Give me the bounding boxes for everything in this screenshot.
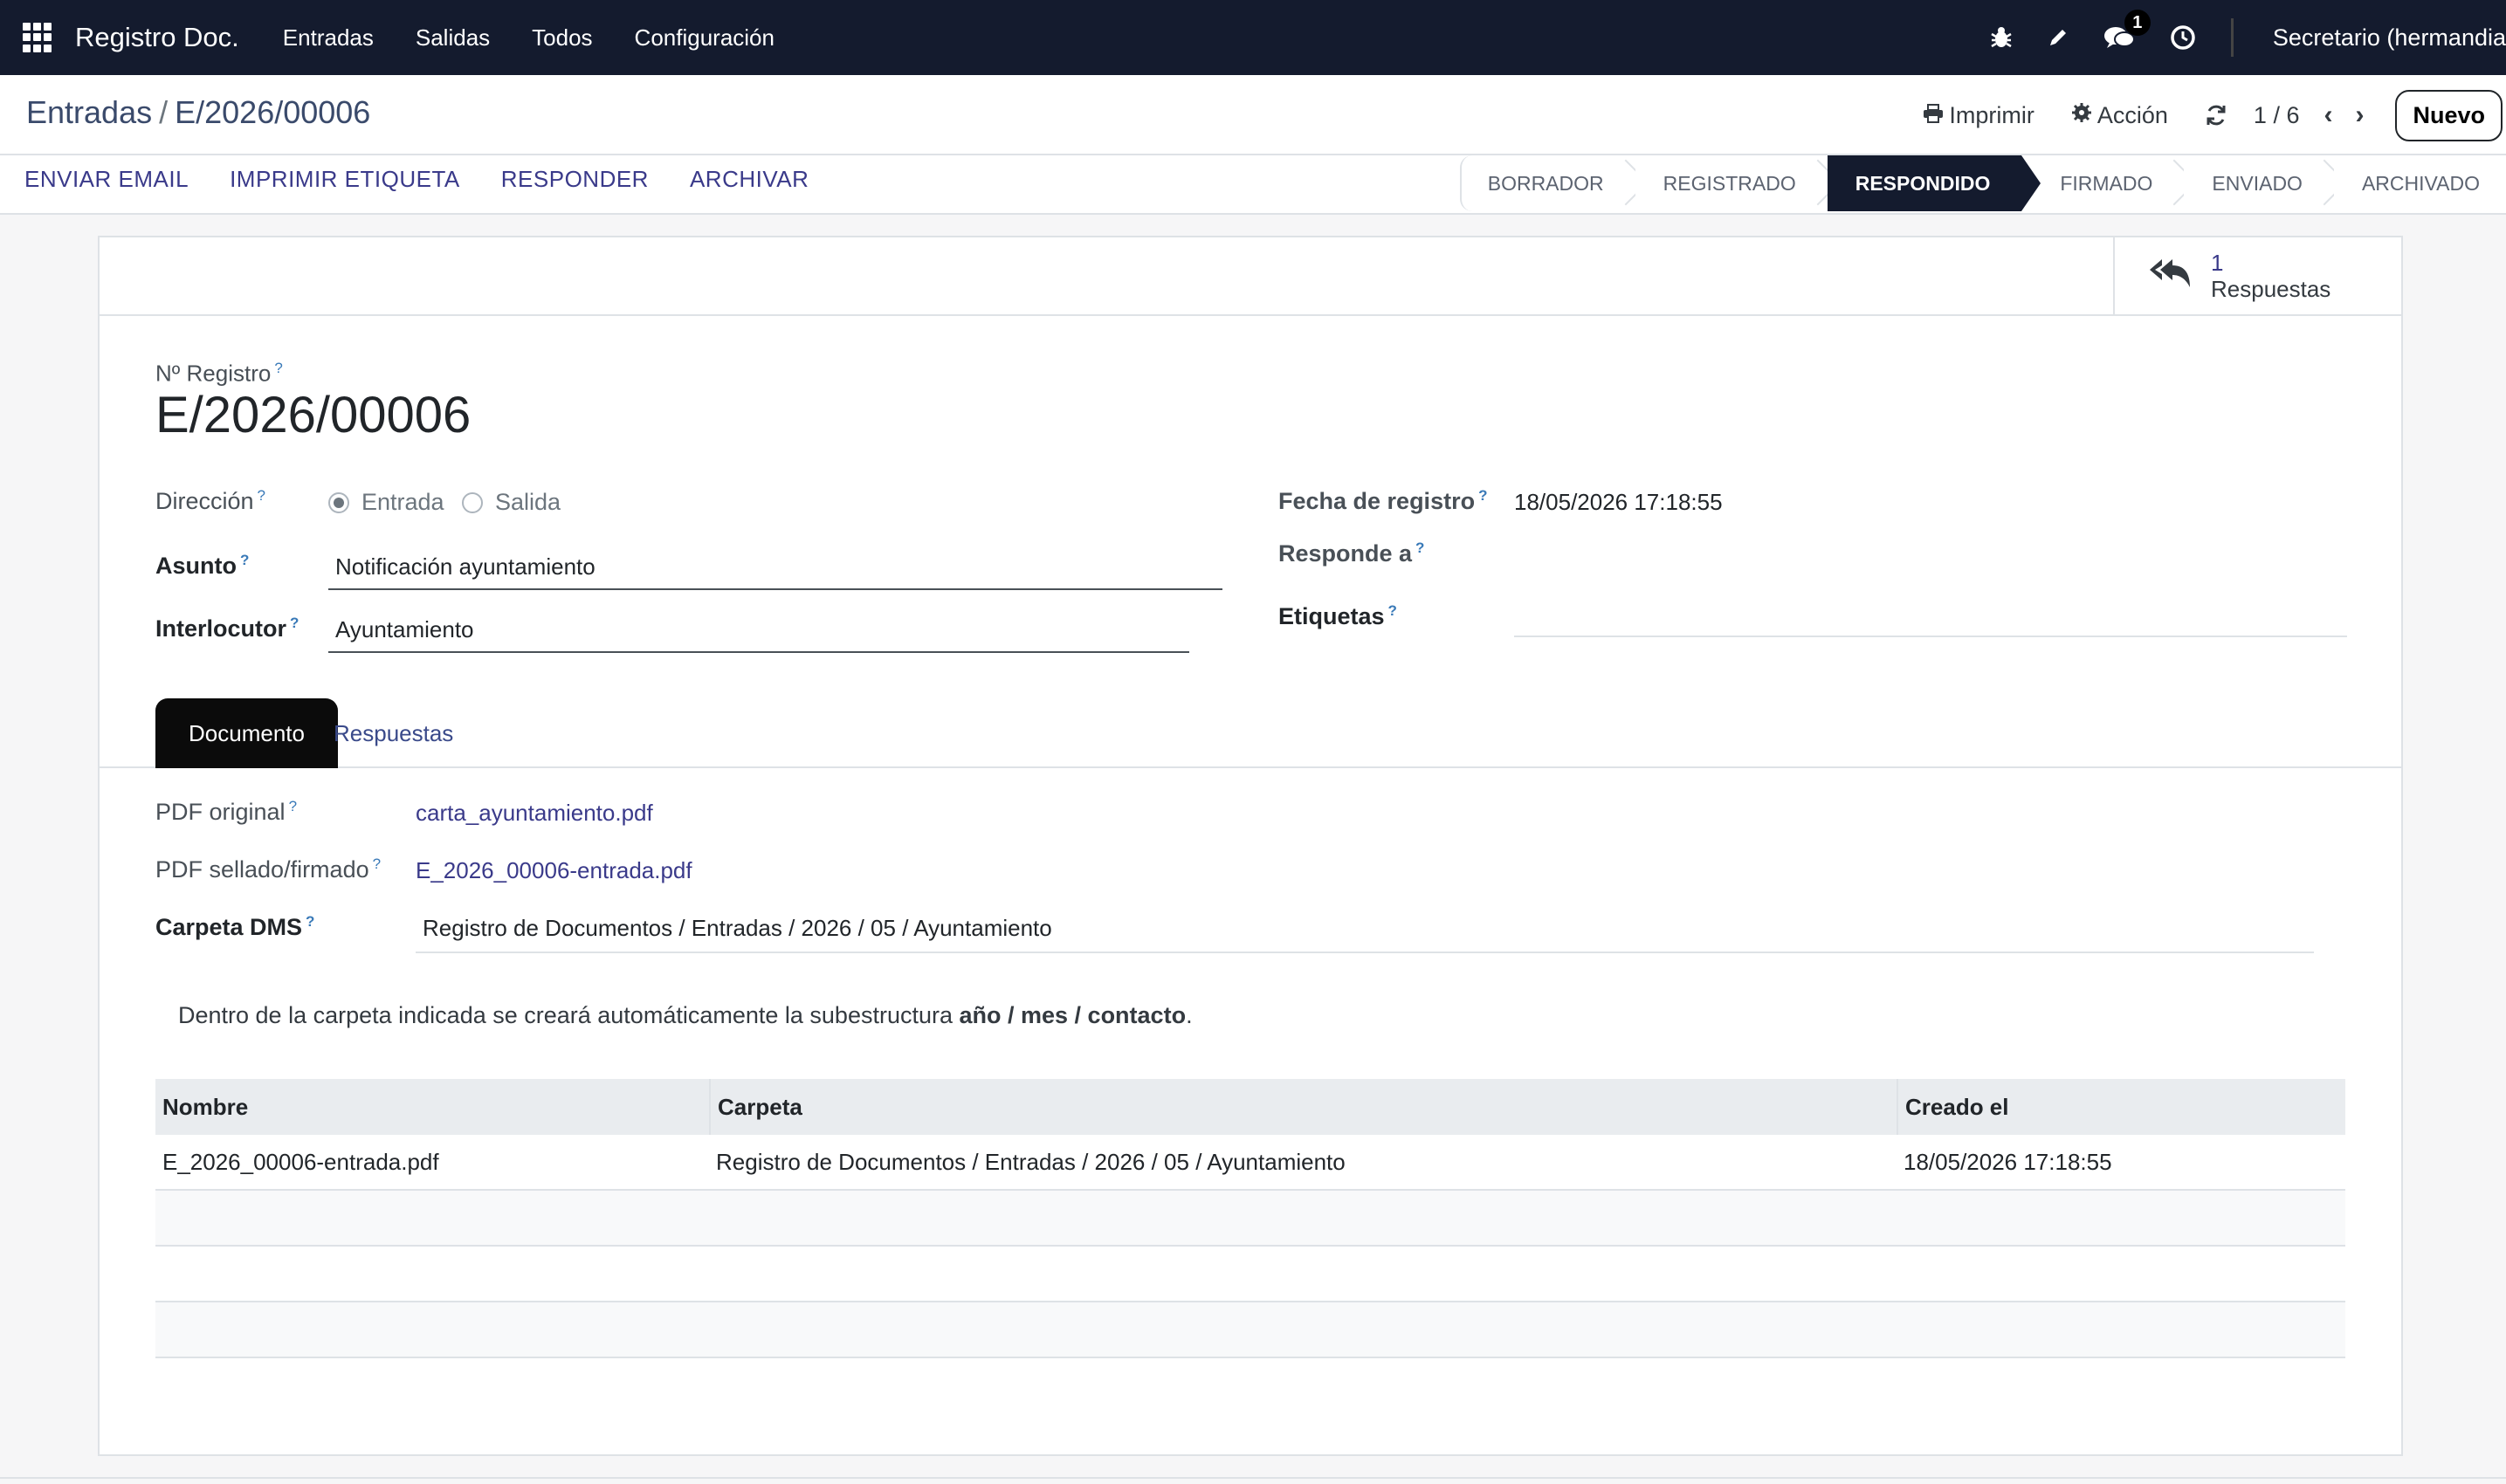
fecha-label: Fecha de registro? (1278, 487, 1488, 514)
control-panel: Entradas / E/2026/00006 Imprimir Acción 1 … (0, 75, 2506, 215)
form-sheet: 1 Respuestas Nº Registro? E/2026/00006 D… (98, 236, 2403, 1456)
column-carpeta[interactable]: Carpeta (709, 1079, 1897, 1135)
print-label-button[interactable]: IMPRIMIR ETIQUETA (230, 166, 460, 193)
radio-entrada[interactable]: Entrada (328, 489, 444, 516)
menu-todos[interactable]: Todos (532, 24, 592, 52)
interlocutor-input[interactable]: Ayuntamiento (328, 616, 1189, 653)
pager-previous-icon[interactable]: ‹ (2324, 100, 2332, 130)
button-box: 1 Respuestas (100, 237, 2401, 316)
stage-enviado[interactable]: ENVIADO (2184, 155, 2334, 211)
action-label: Acción (2096, 101, 2168, 128)
reply-all-icon (2148, 250, 2192, 302)
table-header: Nombre Carpeta Creado el (155, 1079, 2345, 1135)
carpeta-help-note: Dentro de la carpeta indicada se creará … (178, 1002, 1193, 1028)
breadcrumb: Entradas / E/2026/00006 (26, 94, 370, 131)
etiquetas-input[interactable] (1514, 599, 2347, 637)
record-actions: Imprimir Acción 1 / 6 ‹ › Nuevo (1923, 89, 2506, 141)
pdf-sellado-link[interactable]: E_2026_00006-entrada.pdf (416, 857, 692, 884)
pencil-icon[interactable] (2048, 27, 2069, 48)
breadcrumb-parent[interactable]: Entradas (26, 94, 152, 130)
messages-icon[interactable]: 1 (2103, 10, 2151, 50)
empty-row (155, 1191, 2345, 1247)
breadcrumb-separator: / (159, 94, 169, 130)
menu-salidas[interactable]: Salidas (416, 24, 490, 52)
registro-label: Nº Registro? (155, 360, 283, 387)
bottom-strip (0, 1477, 2506, 1484)
responses-count: 1 (2211, 250, 2224, 276)
direccion-label: Dirección? (155, 487, 266, 514)
menu-entradas[interactable]: Entradas (283, 24, 374, 52)
responses-label: Respuestas (2211, 276, 2331, 302)
refresh-icon[interactable] (2205, 104, 2227, 127)
breadcrumb-current: E/2026/00006 (175, 94, 371, 130)
apps-grid-icon[interactable] (23, 23, 52, 52)
app-brand[interactable]: Registro Doc. (75, 22, 239, 53)
header-buttons: ENVIAR EMAIL IMPRIMIR ETIQUETA RESPONDER… (24, 166, 850, 193)
asunto-input[interactable]: Notificación ayuntamiento (328, 553, 1222, 590)
etiquetas-label: Etiquetas? (1278, 602, 1397, 629)
pager-next-icon[interactable]: › (2355, 100, 2364, 130)
pdf-original-label: PDF original? (155, 798, 298, 825)
responses-smart-button[interactable]: 1 Respuestas (2113, 237, 2401, 314)
stage-firmado[interactable]: FIRMADO (2021, 155, 2185, 211)
gear-icon (2071, 102, 2092, 129)
top-navbar: Registro Doc. Entradas Salidas Todos Con… (0, 0, 2506, 75)
pager-value[interactable]: 1 / 6 (2254, 102, 2300, 129)
cell-creado: 18/05/2026 17:18:55 (1904, 1148, 2112, 1175)
cell-carpeta: Registro de Documentos / Entradas / 2026… (716, 1148, 1346, 1175)
stage-respondido[interactable]: RESPONDIDO (1827, 155, 2041, 211)
responde-label: Responde a? (1278, 539, 1425, 567)
printer-icon (1923, 102, 1944, 129)
radio-salida[interactable]: Salida (462, 489, 561, 516)
print-button[interactable]: Imprimir (1923, 102, 2034, 129)
archive-button[interactable]: ARCHIVAR (690, 166, 809, 193)
pdf-sellado-label: PDF sellado/firmado? (155, 855, 382, 883)
new-record-button[interactable]: Nuevo (2395, 89, 2503, 141)
print-label: Imprimir (1949, 101, 2034, 128)
stage-borrador[interactable]: BORRADOR (1459, 155, 1635, 211)
action-button[interactable]: Acción (2071, 102, 2168, 129)
documents-table: Nombre Carpeta Creado el E_2026_00006-en… (155, 1079, 2345, 1358)
menu-configuracion[interactable]: Configuración (635, 24, 775, 52)
carpeta-label: Carpeta DMS? (155, 913, 315, 940)
column-creado[interactable]: Creado el (1897, 1079, 2345, 1135)
systray: 1 Secretario (hermandia (1990, 0, 2506, 75)
cell-nombre: E_2026_00006-entrada.pdf (162, 1148, 439, 1175)
table-row[interactable]: E_2026_00006-entrada.pdf Registro de Doc… (155, 1135, 2345, 1191)
radio-entrada-icon (328, 491, 349, 513)
stage-registrado[interactable]: REGISTRADO (1635, 155, 1828, 211)
tab-respuestas[interactable]: Respuestas (300, 698, 486, 768)
empty-row (155, 1247, 2345, 1302)
interlocutor-label: Interlocutor? (155, 615, 299, 642)
pdf-original-link[interactable]: carta_ayuntamiento.pdf (416, 800, 653, 827)
radio-salida-icon (462, 491, 483, 513)
user-menu[interactable]: Secretario (hermandia (2230, 18, 2506, 57)
stage-archivado[interactable]: ARCHIVADO (2333, 155, 2506, 211)
fecha-value: 18/05/2026 17:18:55 (1514, 489, 1723, 515)
user-avatar (2230, 18, 2257, 57)
column-nombre[interactable]: Nombre (155, 1094, 709, 1121)
user-name: Secretario (hermandia (2272, 24, 2506, 51)
bug-icon[interactable] (1990, 25, 2013, 50)
send-email-button[interactable]: ENVIAR EMAIL (24, 166, 189, 193)
reply-button[interactable]: RESPONDER (501, 166, 649, 193)
messages-count-badge: 1 (2124, 10, 2151, 36)
clock-icon[interactable] (2170, 24, 2196, 51)
status-bar: BORRADOR REGISTRADO RESPONDIDO FIRMADO E… (1459, 155, 2506, 211)
asunto-label: Asunto? (155, 552, 250, 579)
empty-row (155, 1302, 2345, 1358)
carpeta-input[interactable]: Registro de Documentos / Entradas / 2026… (416, 915, 2314, 953)
record-number: E/2026/00006 (155, 387, 472, 443)
